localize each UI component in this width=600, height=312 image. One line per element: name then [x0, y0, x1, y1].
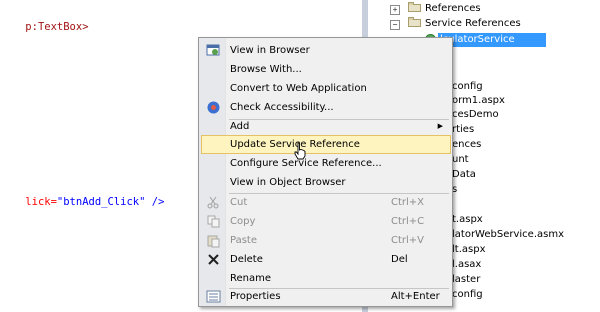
menu-item-shortcut: Alt+Enter: [391, 291, 440, 302]
code-tag-end-text: />: [145, 196, 165, 208]
menu-item-shortcut: Ctrl+X: [391, 197, 425, 208]
menu-item-paste[interactable]: Paste Ctrl+V: [201, 231, 451, 250]
code-value-text: "btnAdd_Click": [56, 196, 146, 208]
code-line-btnadd: lick="btnAdd_Click" />: [0, 184, 164, 220]
tree-node-web-config[interactable]: config: [452, 287, 483, 302]
menu-item-configure-service-reference[interactable]: Configure Service Reference...: [201, 154, 451, 173]
hand-cursor-icon: [294, 142, 306, 160]
tree-node-site-master[interactable]: laster: [452, 272, 480, 287]
menu-item-shortcut: Ctrl+C: [391, 216, 425, 227]
menu-item-check-accessibility[interactable]: Check Accessibility...: [201, 98, 451, 117]
menu-item-view-in-browser[interactable]: View in Browser: [201, 41, 451, 60]
tree-node-webform[interactable]: orm1.aspx: [452, 93, 505, 108]
tree-node-about[interactable]: t.aspx: [452, 212, 483, 227]
menu-item-cut[interactable]: Cut Ctrl+X: [201, 193, 451, 212]
menu-item-label: Add: [230, 121, 250, 132]
collapse-icon[interactable]: −: [390, 20, 400, 30]
code-attr-text: lick=: [25, 196, 57, 208]
menu-item-label: View in Browser: [230, 45, 310, 56]
tree-node-app-data[interactable]: Data: [452, 167, 476, 182]
scissors-icon: [207, 196, 219, 209]
menu-item-convert-web-application[interactable]: Convert to Web Application: [201, 79, 451, 98]
tree-node-label: Service References: [425, 18, 521, 29]
menu-item-shortcut: Ctrl+V: [391, 235, 425, 246]
menu-item-copy[interactable]: Copy Ctrl+C: [201, 212, 451, 231]
tree-node-references-2[interactable]: ences: [452, 137, 481, 152]
context-menu: View in Browser Browse With... Convert t…: [198, 37, 453, 307]
menu-item-properties[interactable]: Properties Alt+Enter: [201, 287, 451, 306]
menu-item-label: Copy: [230, 216, 256, 227]
menu-item-label: Check Accessibility...: [230, 102, 334, 113]
menu-item-browse-with[interactable]: Browse With...: [201, 60, 451, 79]
view-in-browser-icon: [206, 44, 220, 56]
submenu-arrow-icon: ▶: [437, 122, 443, 130]
menu-item-rename[interactable]: Rename: [201, 269, 451, 288]
tree-node-calculator-service[interactable]: lculatorService: [438, 33, 546, 47]
tree-node-properties[interactable]: rties: [452, 122, 474, 137]
tree-node-service-references[interactable]: Service References: [408, 16, 521, 31]
tree-node-label: References: [425, 3, 481, 14]
tree-node-config[interactable]: config: [452, 79, 483, 94]
tree-node-services-demo[interactable]: cesDemo: [452, 107, 499, 122]
menu-item-view-object-browser[interactable]: View in Object Browser: [201, 173, 451, 192]
tree-node-default[interactable]: lt.aspx: [452, 242, 485, 257]
menu-item-label: Delete: [230, 254, 263, 265]
properties-icon: [206, 290, 221, 303]
tree-node-global[interactable]: l.asax: [452, 257, 481, 272]
menu-item-label: View in Object Browser: [230, 177, 346, 188]
delete-icon: [208, 254, 219, 265]
menu-item-label: Paste: [230, 235, 257, 246]
copy-icon: [207, 215, 220, 228]
menu-item-shortcut: Del: [391, 254, 408, 265]
tree-node-references[interactable]: References: [408, 1, 481, 16]
paste-icon: [207, 235, 220, 248]
menu-item-label: Browse With...: [230, 64, 302, 75]
tree-node-calc-asmx[interactable]: latorWebService.asmx: [452, 227, 564, 242]
menu-item-label: Properties: [230, 291, 281, 302]
expand-icon[interactable]: +: [390, 5, 400, 15]
folder-open-icon: [408, 17, 421, 27]
code-line-textbox-close: p:TextBox>: [0, 9, 89, 45]
tree-node-account[interactable]: unt: [452, 152, 469, 167]
menu-item-label: Rename: [230, 273, 272, 284]
menu-item-label: Convert to Web Application: [230, 83, 367, 94]
menu-item-label: Cut: [230, 197, 248, 208]
folder-icon: [408, 2, 421, 12]
menu-item-add[interactable]: Add ▶: [201, 117, 451, 136]
menu-item-delete[interactable]: Delete Del: [201, 250, 451, 269]
code-tag-text: p:TextBox>: [25, 21, 89, 33]
accessibility-icon: [207, 101, 220, 114]
menu-item-update-service-reference[interactable]: Update Service Reference: [201, 135, 451, 154]
